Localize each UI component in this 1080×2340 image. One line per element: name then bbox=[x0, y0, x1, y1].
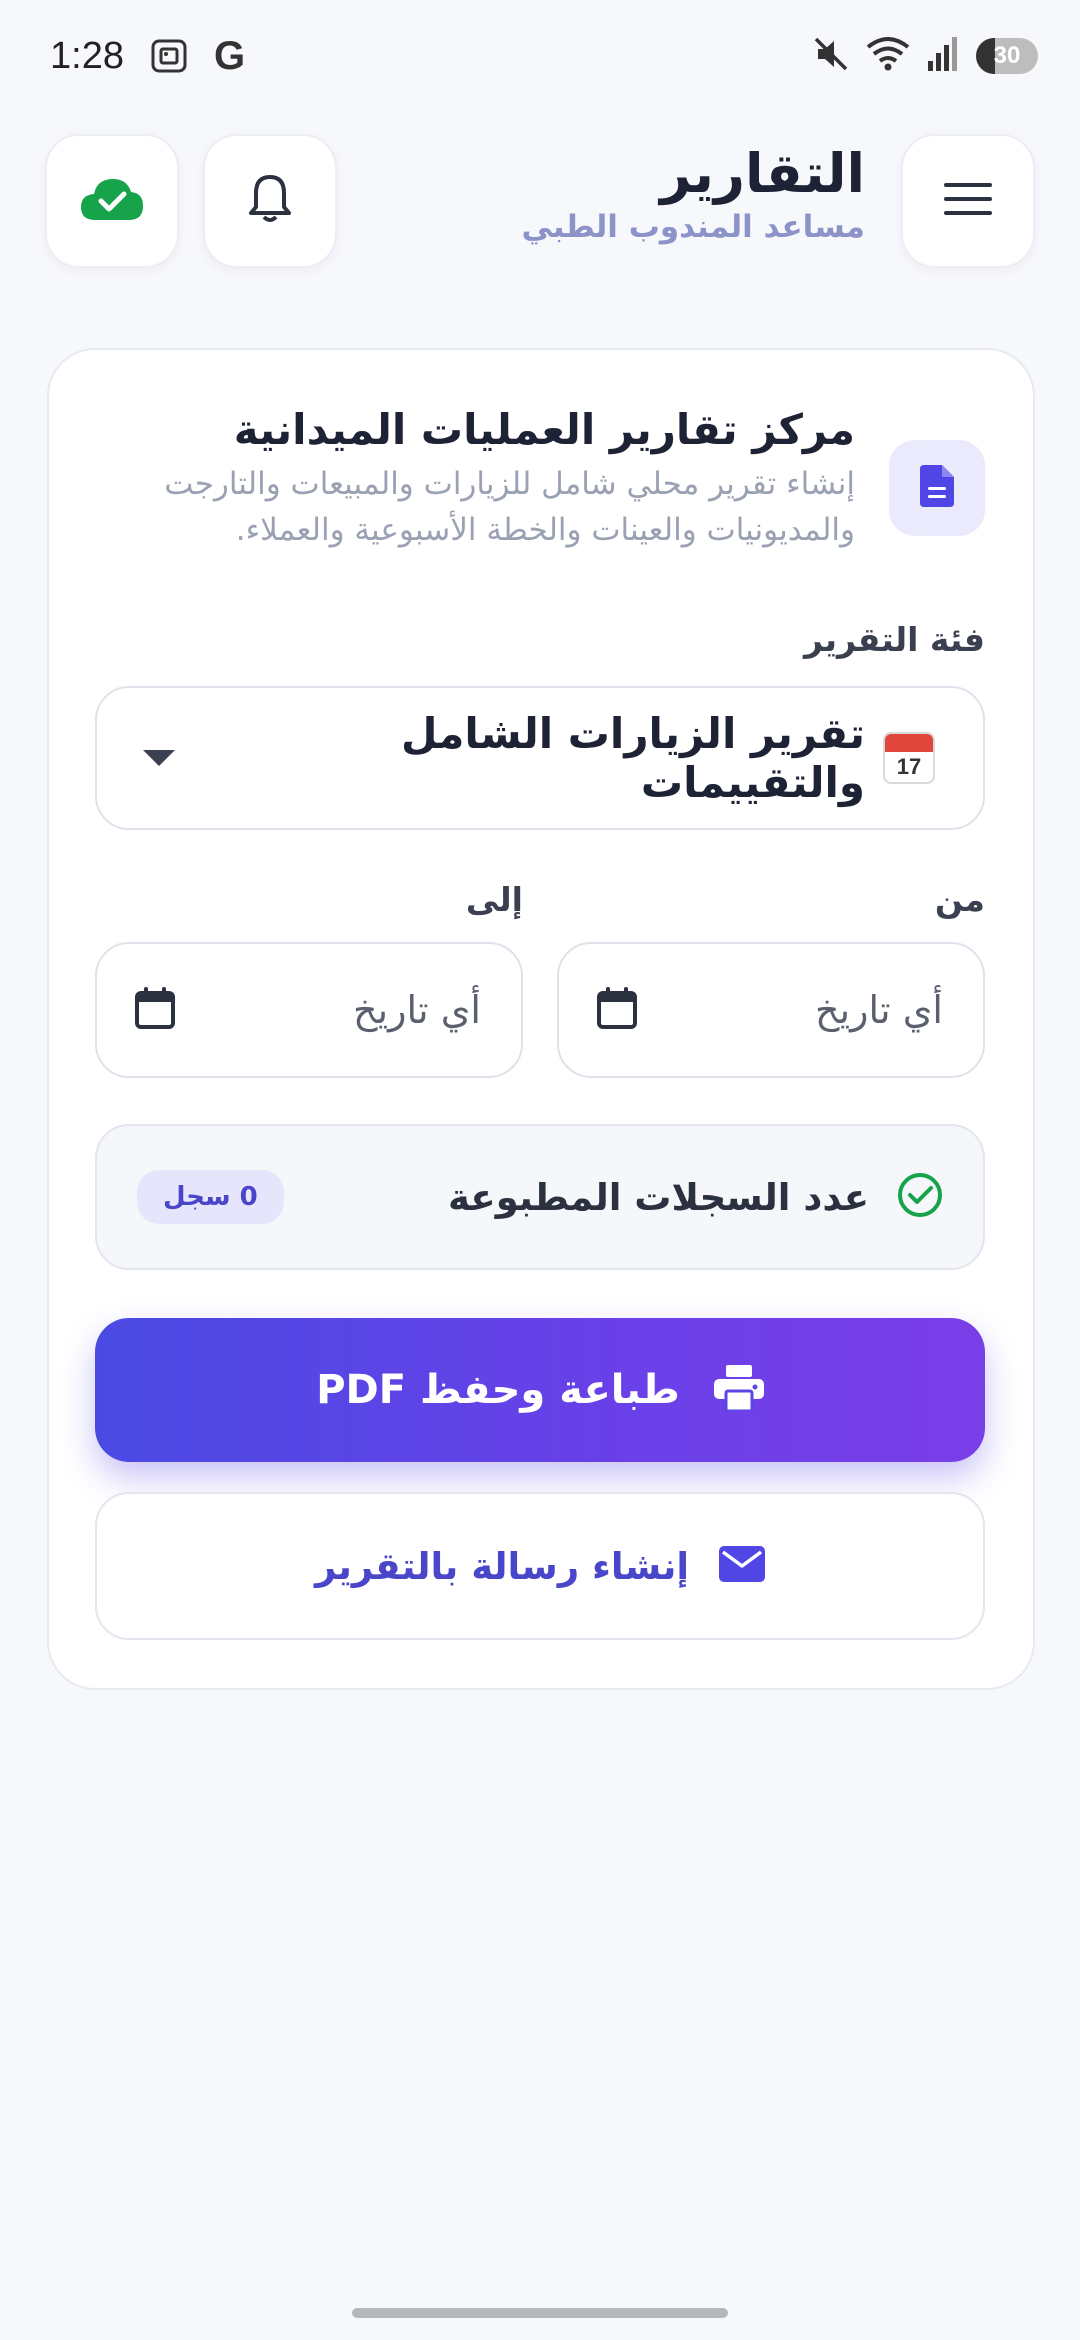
document-icon bbox=[920, 465, 954, 511]
screenshot-icon bbox=[150, 38, 188, 74]
calendar-icon bbox=[597, 987, 637, 1033]
battery-icon: 30 bbox=[976, 38, 1038, 74]
calendar-icon bbox=[135, 987, 175, 1033]
report-card: مركز تقارير العمليات الميدانية إنشاء تقر… bbox=[47, 348, 1035, 1690]
report-center-title: مركز تقارير العمليات الميدانية bbox=[233, 405, 855, 454]
check-circle-icon bbox=[897, 1172, 943, 1222]
from-date-field[interactable]: أي تاريخ bbox=[557, 942, 985, 1078]
calendar-emoji-day: 17 bbox=[896, 754, 922, 779]
calendar-emoji-icon: 17 bbox=[883, 732, 935, 784]
battery-level: 30 bbox=[993, 42, 1021, 69]
cloud-check-icon bbox=[79, 176, 145, 226]
menu-icon bbox=[944, 181, 992, 221]
to-label: إلى bbox=[465, 880, 523, 919]
print-pdf-button[interactable]: طباعة وحفظ PDF bbox=[95, 1318, 985, 1462]
sync-button[interactable] bbox=[45, 134, 179, 268]
google-icon: G bbox=[213, 33, 246, 78]
status-time: 1:28 bbox=[50, 34, 124, 77]
status-bar: 1:28 G 30 bbox=[0, 0, 1080, 112]
print-pdf-label: طباعة وحفظ PDF bbox=[316, 1367, 680, 1413]
category-selected-value: تقرير الزيارات الشامل والتقييمات bbox=[400, 709, 865, 807]
mute-icon bbox=[812, 35, 850, 77]
wifi-icon bbox=[866, 35, 910, 77]
page-title: التقارير bbox=[660, 142, 865, 205]
records-count-label: عدد السجلات المطبوعة bbox=[447, 1175, 869, 1219]
report-center-intro: مركز تقارير العمليات الميدانية إنشاء تقر… bbox=[97, 404, 985, 574]
signal-icon bbox=[926, 35, 960, 77]
create-email-label: إنشاء رسالة بالتقرير bbox=[314, 1544, 690, 1588]
bell-icon bbox=[248, 173, 292, 229]
printer-icon bbox=[713, 1365, 764, 1415]
document-tile bbox=[889, 440, 985, 536]
create-email-button[interactable]: إنشاء رسالة بالتقرير bbox=[95, 1492, 985, 1640]
report-center-description: إنشاء تقرير محلي شامل للزيارات والمبيعات… bbox=[164, 465, 855, 549]
menu-button[interactable] bbox=[901, 134, 1035, 268]
notifications-button[interactable] bbox=[203, 134, 337, 268]
from-date-placeholder: أي تاريخ bbox=[815, 988, 943, 1032]
to-date-field[interactable]: أي تاريخ bbox=[95, 942, 523, 1078]
records-count-badge: 0 سجل bbox=[137, 1170, 284, 1224]
records-count-box: عدد السجلات المطبوعة 0 سجل bbox=[95, 1124, 985, 1270]
app-header: التقارير مساعد المندوب الطبي bbox=[45, 134, 1035, 268]
envelope-icon bbox=[719, 1546, 766, 1586]
page-subtitle: مساعد المندوب الطبي bbox=[521, 208, 865, 245]
chevron-down-icon bbox=[143, 750, 175, 766]
category-label: فئة التقرير bbox=[804, 620, 985, 659]
category-select[interactable]: 17 تقرير الزيارات الشامل والتقييمات bbox=[95, 686, 985, 830]
home-indicator[interactable] bbox=[352, 2308, 728, 2318]
to-date-placeholder: أي تاريخ bbox=[353, 988, 481, 1032]
from-label: من bbox=[934, 880, 985, 919]
